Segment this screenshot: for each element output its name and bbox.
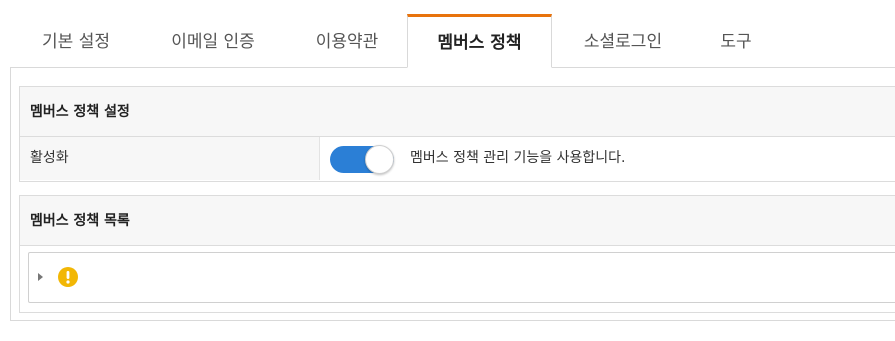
activation-label: 활성화 xyxy=(20,137,320,180)
policy-list-title: 멤버스 정책 목록 xyxy=(20,196,895,246)
tab-email-verification[interactable]: 이메일 인증 xyxy=(148,14,278,68)
tab-members-policy[interactable]: 멤버스 정책 xyxy=(407,14,552,68)
tab-social-login[interactable]: 소셜로그인 xyxy=(565,14,681,68)
policy-settings-title: 멤버스 정책 설정 xyxy=(20,87,895,137)
tab-terms[interactable]: 이용약관 xyxy=(294,14,400,68)
activation-toggle[interactable] xyxy=(330,145,394,174)
activation-description: 멤버스 정책 관리 기능을 사용합니다. xyxy=(410,150,626,166)
activation-row: 활성화 멤버스 정책 관리 기능을 사용합니다. xyxy=(20,137,895,180)
policy-tree xyxy=(28,252,895,303)
caret-right-icon[interactable] xyxy=(38,273,43,281)
tab-bar: 기본 설정 이메일 인증 이용약관 멤버스 정책 소셜로그인 도구 xyxy=(0,0,895,68)
toggle-knob xyxy=(365,145,394,174)
tab-tools[interactable]: 도구 xyxy=(700,14,772,68)
warning-icon xyxy=(58,267,78,287)
policy-list-card: 멤버스 정책 목록 xyxy=(19,195,895,313)
policy-settings-card: 멤버스 정책 설정 활성화 멤버스 정책 관리 기능을 사용합니다. xyxy=(19,86,895,182)
tab-basic-settings[interactable]: 기본 설정 xyxy=(22,14,130,68)
